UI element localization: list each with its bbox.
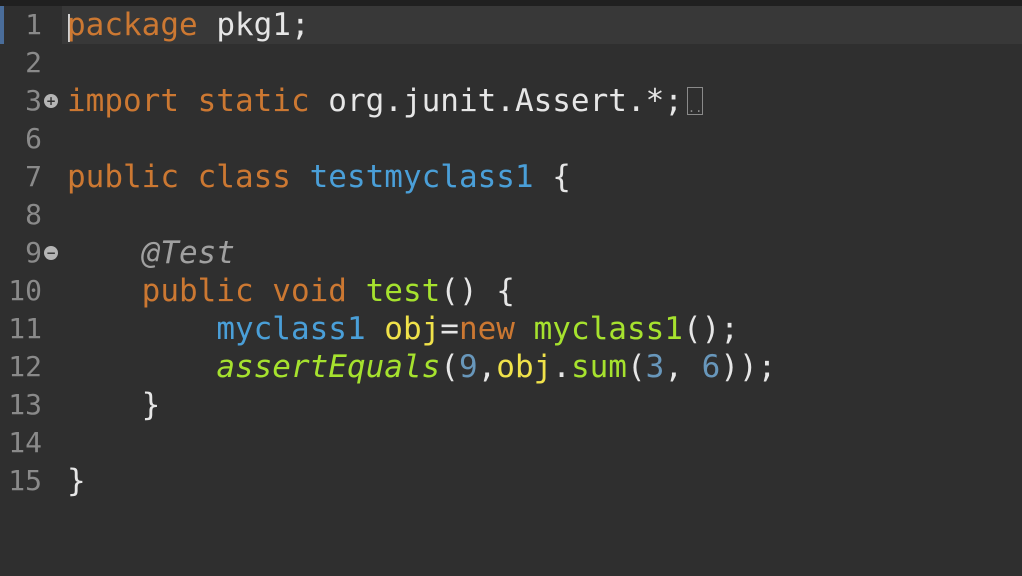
number: 6 xyxy=(701,349,721,385)
keyword: new xyxy=(458,311,515,347)
punctuation: . xyxy=(552,349,571,385)
code-editor[interactable]: 1 2 3 + 6 7 8 9 − 10 11 12 13 14 15 pack… xyxy=(0,0,1022,506)
line-number: 14 xyxy=(8,426,42,459)
keyword: public xyxy=(141,273,254,309)
line-number-gutter: 1 2 3 + 6 7 8 9 − 10 11 12 13 14 15 xyxy=(0,6,62,506)
expand-fold-icon[interactable]: + xyxy=(44,94,58,108)
code-area[interactable]: package pkg1; import static org.junit.As… xyxy=(62,6,1022,506)
brace: { xyxy=(533,159,571,195)
keyword: public xyxy=(67,159,179,195)
code-line-14[interactable] xyxy=(62,424,1022,462)
code-line-7[interactable]: public class testmyclass1 { xyxy=(62,158,1022,196)
line-number: 13 xyxy=(8,388,42,421)
punctuation: , xyxy=(664,349,702,385)
keyword: package xyxy=(67,7,198,43)
keyword: class xyxy=(178,159,291,195)
line-number: 3 xyxy=(25,84,42,117)
code-line-10[interactable]: public void test() { xyxy=(62,272,1022,310)
line-number: 7 xyxy=(25,160,42,193)
static-method: assertEquals xyxy=(216,349,441,385)
punctuation: , xyxy=(477,349,497,385)
import-path: org.junit.Assert.*; xyxy=(309,83,683,119)
line-number: 1 xyxy=(25,8,42,41)
line-number: 15 xyxy=(8,464,42,497)
variable: obj xyxy=(384,311,441,347)
line-number: 2 xyxy=(25,46,42,79)
operator: = xyxy=(440,311,459,347)
number: 3 xyxy=(645,349,665,385)
line-number: 8 xyxy=(25,198,42,231)
brace: } xyxy=(67,463,86,499)
punctuation: ( xyxy=(440,349,459,385)
keyword: import xyxy=(67,83,179,119)
code-line-12[interactable]: assertEquals(9,obj.sum(3, 6)); xyxy=(62,348,1022,386)
punctuation: (); xyxy=(682,311,739,347)
line-number: 9 xyxy=(25,236,42,269)
line-number: 6 xyxy=(25,122,42,155)
keyword: static xyxy=(178,83,310,119)
code-line-6[interactable] xyxy=(62,120,1022,158)
code-line-1[interactable]: package pkg1; xyxy=(62,6,1022,44)
type-name: myclass1 xyxy=(216,311,366,347)
punctuation: ( xyxy=(626,349,646,385)
punctuation: )); xyxy=(720,349,777,385)
code-line-8[interactable] xyxy=(62,196,1022,234)
method-name: test xyxy=(346,273,441,309)
code-line-13[interactable]: } xyxy=(62,386,1022,424)
line-number: 12 xyxy=(8,350,42,383)
code-line-9[interactable]: @Test xyxy=(62,234,1022,272)
method-call: sum xyxy=(570,349,627,385)
collapse-fold-icon[interactable]: − xyxy=(44,246,58,260)
code-line-3[interactable]: import static org.junit.Assert.*;.. xyxy=(62,82,1022,120)
line-number: 10 xyxy=(8,274,42,307)
code-line-15[interactable]: } xyxy=(62,462,1022,500)
collapsed-imports-marker[interactable]: .. xyxy=(686,86,703,115)
line-number: 11 xyxy=(8,312,42,345)
package-name: pkg1; xyxy=(197,7,310,43)
annotation: @Test xyxy=(141,235,235,271)
variable: obj xyxy=(496,349,553,385)
number: 9 xyxy=(458,349,478,385)
brace: } xyxy=(141,387,161,423)
constructor-name: myclass1 xyxy=(533,311,683,347)
keyword: void xyxy=(253,273,347,309)
code-line-2[interactable] xyxy=(62,44,1022,82)
punctuation: () { xyxy=(440,273,515,309)
change-marker xyxy=(0,6,4,44)
class-name: testmyclass1 xyxy=(290,159,534,195)
code-line-11[interactable]: myclass1 obj=new myclass1(); xyxy=(62,310,1022,348)
